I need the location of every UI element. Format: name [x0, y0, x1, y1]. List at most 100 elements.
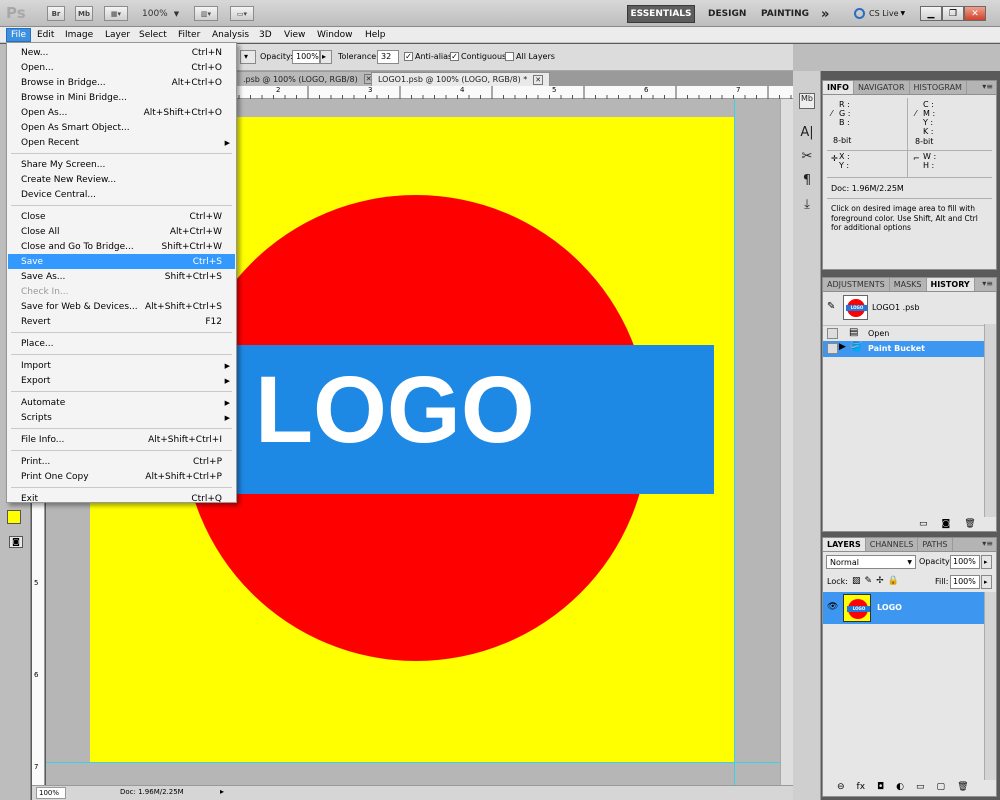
- opacity-field[interactable]: 100%: [292, 50, 320, 64]
- file-menu-item-place[interactable]: Place...: [8, 336, 235, 351]
- status-zoom-field[interactable]: 100%: [36, 787, 66, 799]
- lock-image-icon[interactable]: ✎: [865, 576, 873, 586]
- file-menu-item-print[interactable]: Print... Ctrl+P: [8, 454, 235, 469]
- file-menu-item-close-all[interactable]: Close All Alt+Ctrl+W: [8, 224, 235, 239]
- file-menu-item-print-one-copy[interactable]: Print One Copy Alt+Shift+Ctrl+P: [8, 469, 235, 484]
- file-menu-item-close[interactable]: Close Ctrl+W: [8, 209, 235, 224]
- file-menu-item-open-as-smart-object[interactable]: Open As Smart Object...: [8, 120, 235, 135]
- file-menu-item-file-info[interactable]: File Info... Alt+Shift+Ctrl+I: [8, 432, 235, 447]
- menu-filter[interactable]: Filter: [175, 29, 203, 41]
- eyedropper-icon[interactable]: ⁄: [915, 109, 916, 118]
- file-menu-item-exit[interactable]: Exit Ctrl+Q: [8, 491, 235, 506]
- panel-menu-icon[interactable]: ▾≡: [982, 279, 993, 288]
- menu-3d[interactable]: 3D: [256, 29, 275, 41]
- tab-navigator[interactable]: NAVIGATOR: [854, 81, 910, 94]
- adjustment-layer-icon[interactable]: ◐: [896, 782, 904, 792]
- chevron-right-icon[interactable]: ▸: [981, 575, 992, 589]
- clone-source-icon[interactable]: ⤓: [799, 197, 815, 213]
- document-tab-psb[interactable]: .psb @ 100% (LOGO, RGB/8) ✕: [237, 72, 380, 86]
- file-menu-item-open-as[interactable]: Open As... Alt+Shift+Ctrl+O: [8, 105, 235, 120]
- history-source-checkbox[interactable]: [827, 328, 838, 339]
- status-menu-arrow[interactable]: ▸: [220, 787, 224, 796]
- panel-menu-icon[interactable]: ▾≡: [982, 539, 993, 548]
- file-menu-item-automate[interactable]: Automate ▶: [8, 395, 235, 410]
- file-menu-item-open[interactable]: Open... Ctrl+O: [8, 60, 235, 75]
- mode-dropdown[interactable]: ▾: [240, 50, 256, 64]
- close-icon[interactable]: ✕: [533, 74, 544, 85]
- restore-button[interactable]: ❐: [942, 6, 964, 21]
- menu-select[interactable]: Select: [136, 29, 170, 41]
- file-menu-item-revert[interactable]: Revert F12: [8, 314, 235, 329]
- workspace-design[interactable]: DESIGN: [702, 5, 752, 23]
- panel-menu-icon[interactable]: ▾≡: [982, 82, 993, 91]
- minimize-button[interactable]: ▁: [920, 6, 942, 21]
- history-source-checkbox[interactable]: [827, 343, 838, 354]
- chevron-right-icon[interactable]: ▸: [981, 555, 992, 569]
- file-menu-item-save-for-web-devices[interactable]: Save for Web & Devices... Alt+Shift+Ctrl+…: [8, 299, 235, 314]
- tab-adjustments[interactable]: ADJUSTMENTS: [823, 278, 890, 291]
- camera-icon[interactable]: ◙: [942, 519, 951, 529]
- file-menu-item-close-and-go-to-bridge[interactable]: Close and Go To Bridge... Shift+Ctrl+W: [8, 239, 235, 254]
- layer-opacity-field[interactable]: 100%: [950, 555, 980, 569]
- menu-help[interactable]: Help: [362, 29, 389, 41]
- tool-presets-icon[interactable]: ✂: [799, 149, 815, 165]
- zoom-level-dropdown[interactable]: 100% ▼: [142, 9, 179, 19]
- tab-info[interactable]: INFO: [823, 81, 854, 94]
- menu-image[interactable]: Image: [62, 29, 96, 41]
- character-icon[interactable]: A|: [799, 125, 815, 141]
- mini-bridge-icon[interactable]: Mb: [799, 93, 815, 109]
- history-step-paint-bucket[interactable]: ▶ 🪣 Paint Bucket: [823, 341, 984, 357]
- menu-analysis[interactable]: Analysis: [209, 29, 252, 41]
- group-icon[interactable]: ▭: [916, 782, 925, 792]
- file-menu-item-share-my-screen[interactable]: Share My Screen...: [8, 157, 235, 172]
- tab-channels[interactable]: CHANNELS: [866, 538, 919, 551]
- cs-live-button[interactable]: CS Live ▼: [854, 8, 905, 19]
- document-tab-logo1[interactable]: LOGO1.psb @ 100% (LOGO, RGB/8) * ✕: [371, 72, 551, 86]
- workspace-essentials[interactable]: ESSENTIALS: [627, 5, 695, 23]
- close-window-button[interactable]: ✕: [964, 6, 986, 21]
- tab-history[interactable]: HISTORY: [926, 278, 975, 291]
- file-menu-item-save-as[interactable]: Save As... Shift+Ctrl+S: [8, 269, 235, 284]
- tab-histogram[interactable]: HISTOGRAM: [910, 81, 967, 94]
- lock-all-icon[interactable]: 🔒: [888, 576, 899, 586]
- menu-window[interactable]: Window: [314, 29, 356, 41]
- layer-style-icon[interactable]: fx: [857, 782, 866, 792]
- file-menu-item-export[interactable]: Export ▶: [8, 373, 235, 388]
- file-menu-item-import[interactable]: Import ▶: [8, 358, 235, 373]
- new-layer-icon[interactable]: ▢: [937, 782, 946, 792]
- file-menu-item-browse-in-bridge[interactable]: Browse in Bridge... Alt+Ctrl+O: [8, 75, 235, 90]
- guide-line[interactable]: [734, 99, 735, 785]
- view-extras-button[interactable]: ▦▾: [104, 6, 128, 21]
- layers-scrollbar[interactable]: [984, 592, 996, 780]
- history-snapshot[interactable]: ✎ LOGO LOGO1 .psb: [823, 293, 996, 324]
- lock-position-icon[interactable]: ✢: [876, 576, 884, 586]
- tab-masks[interactable]: MASKS: [890, 278, 927, 291]
- file-menu-item-create-new-review[interactable]: Create New Review...: [8, 172, 235, 187]
- tolerance-field[interactable]: 32: [377, 50, 399, 64]
- opacity-slider-button[interactable]: ▸: [320, 50, 332, 64]
- file-menu-item-scripts[interactable]: Scripts ▶: [8, 410, 235, 425]
- guide-line[interactable]: [46, 762, 780, 763]
- layer-row-logo[interactable]: 👁 LOGO LOGO: [823, 592, 984, 624]
- history-scrollbar[interactable]: [984, 324, 996, 517]
- new-document-from-state-icon[interactable]: ▭: [919, 519, 928, 529]
- vertical-scrollbar[interactable]: [780, 99, 793, 785]
- paragraph-icon[interactable]: ¶: [799, 173, 815, 189]
- lock-transparency-icon[interactable]: ▨: [852, 576, 861, 586]
- file-menu-item-browse-in-mini-bridge[interactable]: Browse in Mini Bridge...: [8, 90, 235, 105]
- menu-layer[interactable]: Layer: [102, 29, 133, 41]
- file-menu-item-new[interactable]: New... Ctrl+N: [8, 45, 235, 60]
- all-layers-checkbox[interactable]: [505, 52, 514, 61]
- menu-file[interactable]: File: [6, 28, 32, 42]
- eyedropper-icon[interactable]: ⁄: [831, 109, 832, 118]
- launch-mini-bridge-button[interactable]: Mb: [75, 6, 93, 21]
- tab-paths[interactable]: PATHS: [918, 538, 953, 551]
- menu-edit[interactable]: Edit: [34, 29, 57, 41]
- history-step-open[interactable]: ▤ Open: [823, 325, 984, 341]
- quick-mask-icon[interactable]: ◙: [9, 536, 23, 548]
- menu-view[interactable]: View: [281, 29, 308, 41]
- foreground-color-swatch[interactable]: [7, 510, 21, 524]
- trash-icon[interactable]: 🗑: [964, 519, 975, 529]
- tab-layers[interactable]: LAYERS: [823, 538, 866, 551]
- history-state-slider-icon[interactable]: ▶: [839, 342, 846, 352]
